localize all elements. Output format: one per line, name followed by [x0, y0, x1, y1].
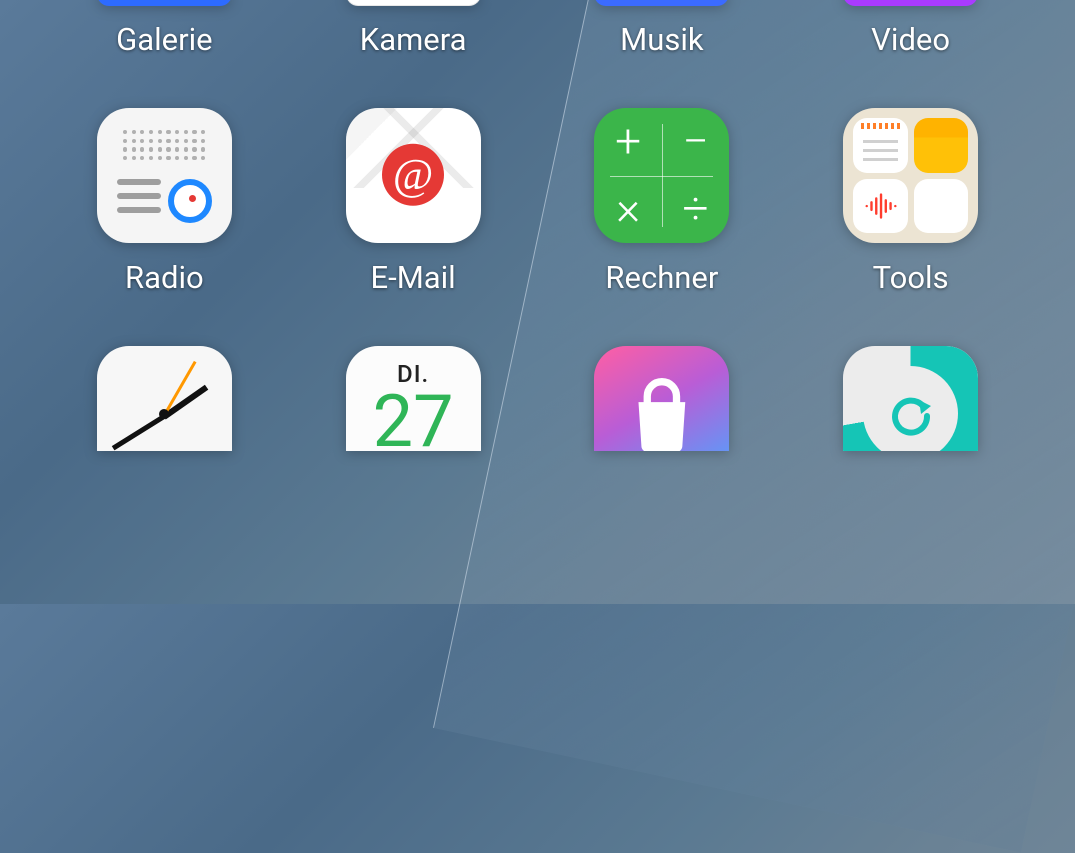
app-label: Musik	[620, 21, 703, 58]
app-video[interactable]: Video	[786, 0, 1035, 58]
voice-recorder-icon	[853, 179, 908, 234]
refresh-arrow-icon	[881, 384, 941, 444]
calendar-icon: DI. 27	[346, 346, 481, 451]
plus-icon: +	[594, 108, 662, 176]
app-radio[interactable]: Radio	[40, 108, 289, 296]
clock-icon	[97, 346, 232, 451]
app-musik[interactable]: Musik	[538, 0, 787, 58]
app-calendar[interactable]: DI. 27	[289, 346, 538, 451]
at-sign-icon: @	[382, 143, 444, 205]
calculator-icon: + − × ÷	[594, 108, 729, 243]
calendar-date: 27	[373, 386, 454, 451]
app-label: Radio	[125, 259, 204, 296]
radio-icon	[97, 108, 232, 243]
app-label: E-Mail	[371, 259, 456, 296]
app-store-icon	[594, 346, 729, 451]
app-grid: Galerie Kamera Musik Video Radio	[0, 0, 1075, 451]
shopping-bag-icon	[618, 370, 706, 451]
app-label: Galerie	[116, 21, 212, 58]
app-kamera[interactable]: Kamera	[289, 0, 538, 58]
times-icon: ×	[594, 176, 662, 244]
app-backup[interactable]	[786, 346, 1035, 451]
music-icon	[594, 0, 729, 6]
app-clock[interactable]	[40, 346, 289, 451]
minus-icon: −	[662, 108, 730, 176]
tools-folder-icon	[843, 108, 978, 243]
app-label: Video	[871, 21, 950, 58]
app-galerie[interactable]: Galerie	[40, 0, 289, 58]
app-store[interactable]	[538, 346, 787, 451]
app-label: Kamera	[360, 21, 467, 58]
app-label: Rechner	[605, 259, 718, 296]
gallery-icon	[97, 0, 232, 6]
divide-icon: ÷	[662, 176, 730, 244]
backup-icon	[843, 346, 978, 451]
camera-icon	[346, 0, 481, 6]
memo-icon	[853, 118, 908, 173]
app-email[interactable]: @ E-Mail	[289, 108, 538, 296]
app-tools-folder[interactable]: Tools	[786, 108, 1035, 296]
files-icon	[914, 118, 969, 173]
video-icon	[843, 0, 978, 6]
email-icon: @	[346, 108, 481, 243]
app-label: Tools	[873, 259, 949, 296]
app-rechner[interactable]: + − × ÷ Rechner	[538, 108, 787, 296]
